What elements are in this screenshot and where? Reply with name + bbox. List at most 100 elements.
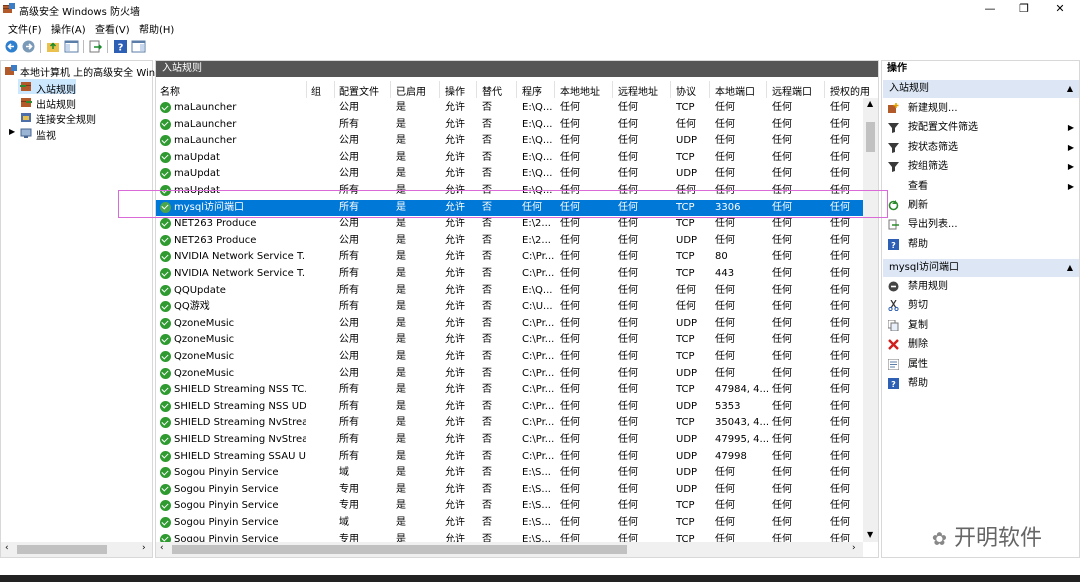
- tree-item-monitoring[interactable]: 监视: [36, 127, 56, 142]
- action-item[interactable]: 删除: [888, 336, 1074, 353]
- expand-arrow-icon[interactable]: ▶: [9, 127, 15, 136]
- scroll-right-icon[interactable]: ›: [852, 543, 856, 553]
- table-row[interactable]: QzoneMusic 公用是允许否 C:\Pr... 任何 任何 UDP 任何 任何 任何: [156, 316, 863, 333]
- column-divider[interactable]: [612, 81, 613, 98]
- table-row[interactable]: NET263 Produce 公用是允许否 E:\2... 任何 任何 UDP 任何 任何 任何: [156, 233, 863, 250]
- table-row[interactable]: maLauncher 所有是允许否 E:\Q... 任何 任何 任何 任何 任何 任何: [156, 117, 863, 134]
- scroll-up-icon[interactable]: ▲: [867, 99, 873, 108]
- action-item[interactable]: 新建规则...: [888, 100, 1074, 117]
- menu-action[interactable]: 操作(A): [51, 21, 86, 36]
- table-row[interactable]: Sogou Pinyin Service 专用 是 允许 否 E:\S... 任何 任何 UDP…: [156, 482, 863, 499]
- help-icon[interactable]: ?: [113, 39, 128, 54]
- action-item[interactable]: ? 帮助: [888, 375, 1074, 392]
- filter-icon: [888, 142, 899, 153]
- action-item[interactable]: 导出列表...: [888, 216, 1074, 233]
- action-item[interactable]: 属性: [888, 356, 1074, 373]
- action-item[interactable]: ? 帮助: [888, 236, 1074, 253]
- column-divider[interactable]: [390, 81, 391, 98]
- show-action-pane-icon[interactable]: [131, 39, 146, 54]
- table-row[interactable]: NVIDIA Network Service T... 所有 是 允许 否 C:\Pr..…: [156, 249, 863, 266]
- column-divider[interactable]: [476, 81, 477, 98]
- help-icon: ?: [888, 378, 899, 389]
- section-selected-rule[interactable]: mysql访问端口 ▲: [883, 259, 1079, 277]
- collapse-icon[interactable]: ▲: [1067, 259, 1073, 277]
- scroll-left-icon[interactable]: ‹: [5, 543, 9, 553]
- action-item[interactable]: 查看 ▶: [888, 178, 1074, 195]
- action-item[interactable]: 复制: [888, 317, 1074, 334]
- column-header[interactable]: 远程端口: [772, 83, 827, 98]
- up-folder-icon[interactable]: [46, 39, 61, 54]
- scroll-thumb[interactable]: [172, 545, 627, 554]
- column-divider[interactable]: [824, 81, 825, 98]
- column-divider[interactable]: [554, 81, 555, 98]
- column-divider[interactable]: [306, 81, 307, 98]
- action-item[interactable]: 按组筛选 ▶: [888, 158, 1074, 175]
- table-row[interactable]: NET263 Produce 公用是允许否 E:\2... 任何 任何 TCP 任何 任何 任何: [156, 216, 863, 233]
- tree-item-outbound-rules[interactable]: 出站规则: [36, 96, 76, 111]
- table-row[interactable]: SHIELD Streaming NvStrea... 所有 是 允许 否 C:\Pr..…: [156, 432, 863, 449]
- action-item[interactable]: 剪切: [888, 297, 1074, 314]
- collapse-icon[interactable]: ▲: [1067, 80, 1073, 98]
- rules-vertical-scrollbar[interactable]: ▲ ▼: [863, 98, 878, 542]
- rules-horizontal-scrollbar[interactable]: ‹ ›: [156, 542, 863, 557]
- table-cell: 允许: [445, 334, 465, 346]
- column-divider[interactable]: [709, 81, 710, 98]
- column-divider[interactable]: [766, 81, 767, 98]
- column-header[interactable]: 替代: [482, 83, 518, 98]
- table-cell: TCP: [676, 151, 695, 163]
- action-item[interactable]: 按配置文件筛选 ▶: [888, 119, 1074, 136]
- table-row[interactable]: Sogou Pinyin Service 专用 是 允许 否 E:\S... 任何 任何 TCP…: [156, 498, 863, 515]
- table-row[interactable]: maLauncher 公用是允许否 E:\Q... 任何 任何 TCP 任何 任何 任何: [156, 100, 863, 117]
- column-header[interactable]: 协议: [676, 83, 712, 98]
- column-divider[interactable]: [670, 81, 671, 98]
- menu-view[interactable]: 查看(V): [95, 21, 130, 36]
- column-header[interactable]: 已启用: [396, 83, 442, 98]
- show-hide-tree-icon[interactable]: [64, 39, 79, 54]
- scroll-right-icon[interactable]: ›: [142, 543, 146, 553]
- table-row[interactable]: maUpdat 公用是允许否 E:\Q... 任何 任何 TCP 任何 任何 任何: [156, 150, 863, 167]
- scroll-thumb[interactable]: [17, 545, 107, 554]
- action-item[interactable]: 刷新: [888, 197, 1074, 214]
- column-header[interactable]: 本地端口: [715, 83, 770, 98]
- table-row[interactable]: Sogou Pinyin Service 域 是 允许 否 E:\S... 任何 任何 UDP 任…: [156, 465, 863, 482]
- menu-help[interactable]: 帮助(H): [139, 21, 174, 36]
- table-row[interactable]: QzoneMusic 公用是允许否 C:\Pr... 任何 任何 TCP 任何 任何 任何: [156, 332, 863, 349]
- column-header[interactable]: 本地地址: [560, 83, 615, 98]
- column-divider[interactable]: [516, 81, 517, 98]
- action-item[interactable]: 禁用规则: [888, 278, 1074, 295]
- table-row[interactable]: QzoneMusic 公用是允许否 C:\Pr... 任何 任何 TCP 任何 任何 任何: [156, 349, 863, 366]
- tree-root[interactable]: 本地计算机 上的高级安全 Windo: [20, 64, 168, 79]
- table-row[interactable]: maUpdat 公用是允许否 E:\Q... 任何 任何 UDP 任何 任何 任何: [156, 166, 863, 183]
- column-header[interactable]: 组: [311, 83, 335, 98]
- scroll-left-icon[interactable]: ‹: [160, 543, 164, 553]
- table-row[interactable]: maLauncher 公用是允许否 E:\Q... 任何 任何 UDP 任何 任何 任何: [156, 133, 863, 150]
- column-header[interactable]: 配置文件: [339, 83, 393, 98]
- column-header[interactable]: 授权的用: [830, 83, 870, 98]
- tree-horizontal-scrollbar[interactable]: ‹ ›: [1, 542, 152, 557]
- close-button[interactable]: ✕: [1038, 0, 1080, 18]
- table-row[interactable]: NVIDIA Network Service T... 所有 是 允许 否 C:\Pr..…: [156, 266, 863, 283]
- table-row[interactable]: SHIELD Streaming NSS UD... 所有 是 允许 否 C:\Pr...…: [156, 399, 863, 416]
- column-header[interactable]: 远程地址: [618, 83, 673, 98]
- scroll-down-icon[interactable]: ▼: [867, 530, 873, 539]
- section-inbound-rules[interactable]: 入站规则 ▲: [883, 80, 1079, 98]
- column-divider[interactable]: [334, 81, 335, 98]
- table-row[interactable]: QQ游戏 所有是允许否 C:\U... 任何 任何 任何 任何 任何 任何: [156, 299, 863, 316]
- table-row[interactable]: Sogou Pinyin Service 域 是 允许 否 E:\S... 任何 任何 TCP 任…: [156, 515, 863, 532]
- column-header[interactable]: 操作: [445, 83, 479, 98]
- table-row[interactable]: SHIELD Streaming NSS TC... 所有 是 允许 否 C:\Pr...…: [156, 382, 863, 399]
- scroll-thumb[interactable]: [866, 122, 875, 152]
- table-row[interactable]: SHIELD Streaming NvStrea... 所有 是 允许 否 C:\Pr..…: [156, 415, 863, 432]
- table-row[interactable]: QQUpdate 所有是允许否 E:\Q... 任何 任何 任何 任何 任何 任何: [156, 283, 863, 300]
- tree-item-connection-security[interactable]: 连接安全规则: [36, 111, 96, 126]
- table-row[interactable]: SHIELD Streaming SSAU U... 所有 是 允许 否 C:\Pr...…: [156, 449, 863, 466]
- column-header[interactable]: 程序: [522, 83, 558, 98]
- menu-file[interactable]: 文件(F): [8, 21, 42, 36]
- back-icon[interactable]: [4, 39, 19, 54]
- column-header[interactable]: 名称: [160, 83, 310, 98]
- forward-icon[interactable]: [21, 39, 36, 54]
- action-item[interactable]: 按状态筛选 ▶: [888, 139, 1074, 156]
- export-list-icon[interactable]: [88, 39, 103, 54]
- column-divider[interactable]: [439, 81, 440, 98]
- table-row[interactable]: QzoneMusic 公用是允许否 C:\Pr... 任何 任何 UDP 任何 任何 任何: [156, 366, 863, 383]
